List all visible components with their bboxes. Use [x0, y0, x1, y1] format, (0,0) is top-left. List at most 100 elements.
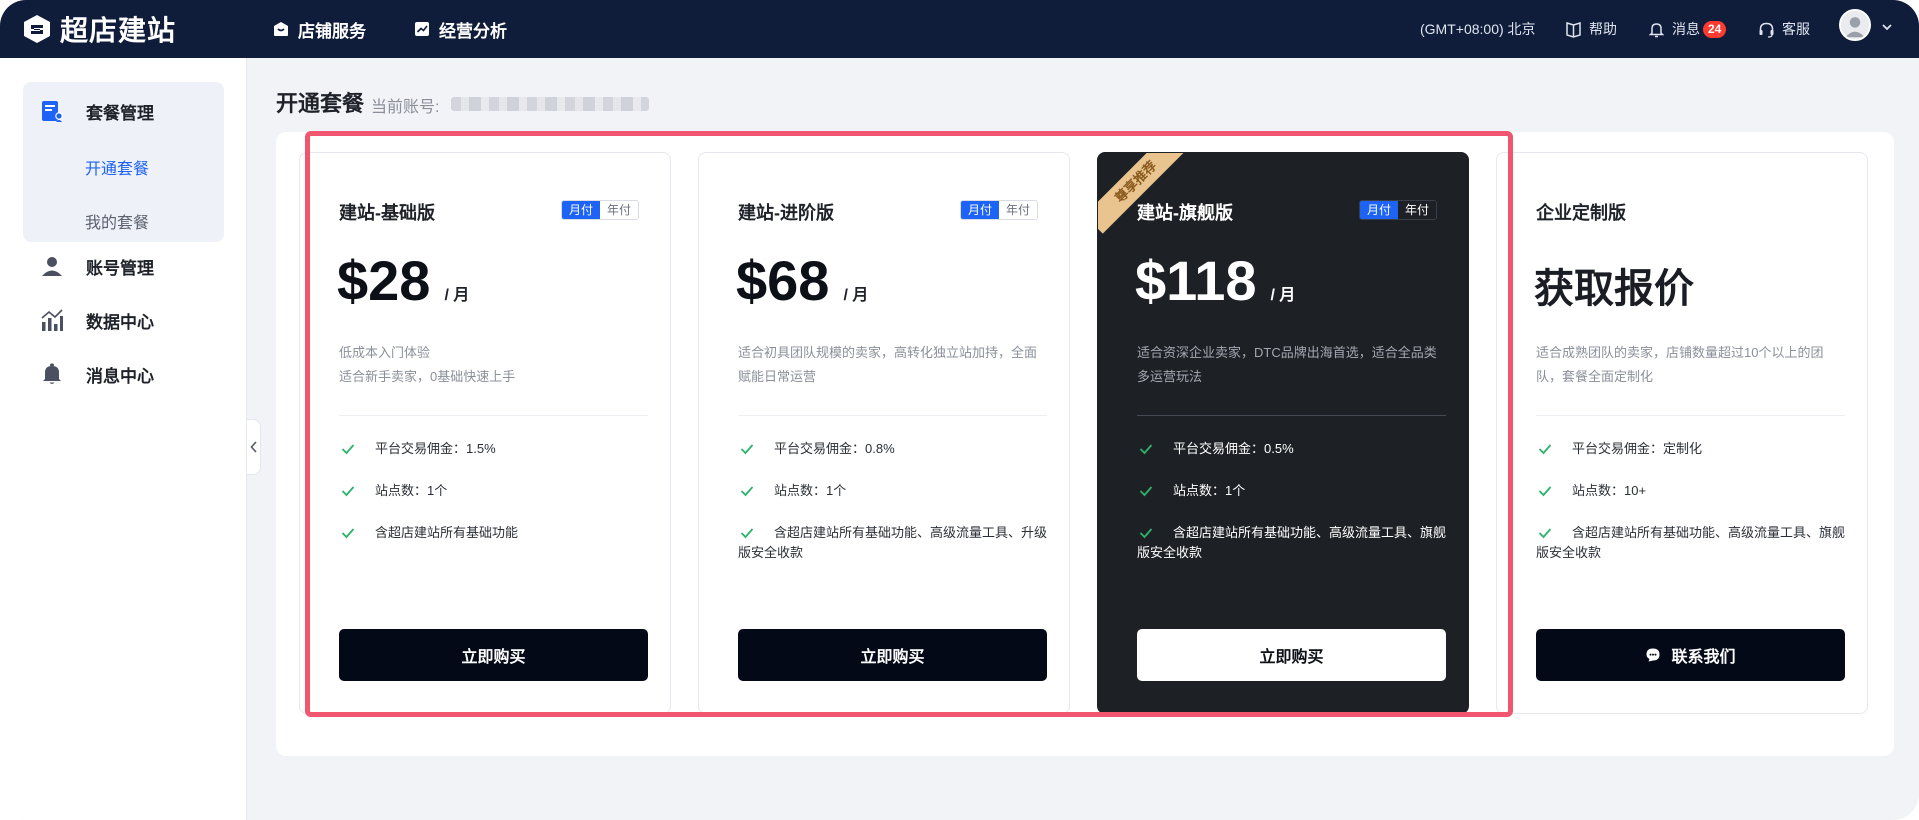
plan-name: 企业定制版 — [1536, 203, 1626, 223]
price-amount: $118 — [1135, 249, 1257, 312]
avatar[interactable] — [1839, 9, 1871, 41]
logo-text: 超店建站 — [60, 15, 177, 46]
feature-item: 站点数：1个 — [738, 481, 1050, 501]
sidebar-subitem-my-package[interactable]: 我的套餐 — [85, 209, 149, 233]
messages-link[interactable]: 消息 24 — [1647, 12, 1727, 46]
buy-now-button[interactable]: 立即购买 — [339, 629, 648, 681]
feature-list: 平台交易佣金：1.5% 站点数：1个 含超店建站所有基础功能 — [339, 439, 651, 565]
avatar-icon — [1841, 11, 1869, 39]
chevron-down-icon[interactable] — [1880, 20, 1894, 34]
feature-text: 平台交易佣金：0.5% — [1173, 441, 1294, 456]
billing-yearly-option[interactable]: 年付 — [999, 201, 1038, 219]
sidebar-item-package[interactable]: 套餐管理 — [40, 97, 154, 125]
sidebar-item-message-center[interactable]: 消息中心 — [40, 360, 154, 388]
billing-toggle: 月付 年付 — [1359, 200, 1438, 220]
sidebar-subitem-open-package[interactable]: 开通套餐 — [85, 155, 149, 179]
feature-item: 站点数：1个 — [339, 481, 651, 501]
plan-description: 适合资深企业卖家，DTC品牌出海首选，适合全品类多运营玩法 — [1137, 341, 1447, 389]
plan-card-basic: 建站-基础版 月付 年付 $28 / 月 低成本入门体验 适合新手卖家，0基础快… — [299, 152, 671, 714]
check-icon — [341, 528, 355, 539]
price-unit: / 月 — [843, 287, 869, 304]
feature-item: 平台交易佣金：1.5% — [339, 439, 651, 459]
current-account-value-blurred — [451, 97, 649, 111]
feature-item: 含超店建站所有基础功能 — [339, 523, 651, 543]
feature-text: 含超店建站所有基础功能、高级流量工具、升级版安全收款 — [738, 525, 1048, 560]
customer-service-link[interactable]: 客服 — [1757, 12, 1810, 46]
headset-icon — [1759, 22, 1774, 38]
check-icon — [341, 444, 355, 455]
plan-description: 适合初具团队规模的卖家，高转化独立站加持，全面赋能日常运营 — [738, 341, 1048, 389]
chart-icon — [415, 22, 429, 36]
billing-toggle: 月付 年付 — [561, 200, 640, 220]
check-icon — [1139, 486, 1153, 497]
feature-list: 平台交易佣金：0.5% 站点数：1个 含超店建站所有基础功能、高级流量工具、旗舰… — [1137, 439, 1449, 585]
billing-yearly-option[interactable]: 年付 — [1398, 201, 1437, 219]
billing-yearly-option[interactable]: 年付 — [600, 201, 639, 219]
divider — [738, 415, 1047, 416]
nav-business-analysis-label: 经营分析 — [439, 21, 507, 41]
feature-text: 站点数：1个 — [375, 483, 448, 498]
plan-name: 建站-旗舰版 — [1137, 203, 1233, 223]
package-icon — [42, 101, 63, 122]
sidebar: 套餐管理 开通套餐 我的套餐 账号管理 数据中心 消息中心 — [0, 58, 247, 820]
messages-label: 消息 — [1672, 21, 1700, 37]
messages-count-badge: 24 — [1703, 20, 1727, 38]
nav-business-analysis[interactable]: 经营分析 — [413, 12, 507, 46]
feature-text: 含超店建站所有基础功能、高级流量工具、旗舰版安全收款 — [1137, 525, 1447, 560]
plan-description-line: 低成本入门体验 — [339, 345, 431, 360]
sidebar-item-account-label: 账号管理 — [86, 258, 154, 278]
check-icon — [1538, 528, 1552, 539]
help-label: 帮助 — [1589, 21, 1617, 37]
feature-list: 平台交易佣金：定制化 站点数：10+ 含超店建站所有基础功能、高级流量工具、旗舰… — [1536, 439, 1848, 585]
divider — [339, 415, 648, 416]
feature-list: 平台交易佣金：0.8% 站点数：1个 含超店建站所有基础功能、高级流量工具、升级… — [738, 439, 1050, 585]
plan-card-advanced: 建站-进阶版 月付 年付 $68 / 月 适合初具团队规模的卖家，高转化独立站加… — [698, 152, 1070, 714]
feature-item: 站点数：10+ — [1536, 481, 1848, 501]
plan-description: 低成本入门体验 适合新手卖家，0基础快速上手 — [339, 341, 649, 389]
chat-bubble-icon — [1646, 648, 1660, 662]
feature-item: 含超店建站所有基础功能、高级流量工具、旗舰版安全收款 — [1536, 523, 1848, 563]
feature-text: 含超店建站所有基础功能 — [375, 525, 519, 540]
check-icon — [740, 444, 754, 455]
customer-service-label: 客服 — [1782, 21, 1810, 37]
plan-description-line: 适合成熟团队的卖家，店铺数量超过10个以上的团队，套餐全面定制化 — [1536, 345, 1824, 384]
feature-item: 含超店建站所有基础功能、高级流量工具、旗舰版安全收款 — [1137, 523, 1449, 563]
buy-now-button[interactable]: 立即购买 — [738, 629, 1047, 681]
help-link[interactable]: 帮助 — [1564, 12, 1617, 46]
plan-description: 适合成熟团队的卖家，店铺数量超过10个以上的团队，套餐全面定制化 — [1536, 341, 1846, 389]
sidebar-collapse-button[interactable] — [247, 419, 261, 475]
bell-icon — [43, 363, 61, 384]
buy-now-button[interactable]: 立即购买 — [1137, 629, 1446, 681]
plan-name: 建站-基础版 — [339, 203, 435, 223]
get-quote-text: 获取报价 — [1534, 267, 1694, 311]
sidebar-item-message-center-label: 消息中心 — [86, 366, 154, 386]
plan-price: $118 / 月 — [1135, 248, 1295, 313]
shop-icon — [274, 22, 288, 36]
check-icon — [740, 486, 754, 497]
current-account-label: 当前账号: — [371, 99, 440, 116]
sidebar-item-account[interactable]: 账号管理 — [40, 252, 154, 280]
billing-monthly-option[interactable]: 月付 — [961, 201, 1000, 219]
plan-card-flagship: 尊享推荐 建站-旗舰版 月付 年付 $118 / 月 适合资深企业卖家，DTC品… — [1097, 152, 1469, 714]
feature-item: 平台交易佣金：0.5% — [1137, 439, 1449, 459]
divider — [1137, 415, 1446, 416]
billing-monthly-option[interactable]: 月付 — [1360, 201, 1399, 219]
feature-text: 平台交易佣金：定制化 — [1572, 441, 1703, 456]
nav-shop-service-label: 店铺服务 — [298, 21, 366, 41]
plan-description-line: 适合初具团队规模的卖家，高转化独立站加持，全面赋能日常运营 — [738, 345, 1038, 384]
bell-icon — [1648, 22, 1665, 37]
feature-item: 平台交易佣金：定制化 — [1536, 439, 1848, 459]
sidebar-item-data-center[interactable]: 数据中心 — [40, 306, 154, 334]
plan-description-line: 适合新手卖家，0基础快速上手 — [339, 369, 516, 384]
divider — [1536, 415, 1845, 416]
price-unit: / 月 — [444, 287, 470, 304]
logo-icon — [24, 15, 50, 43]
contact-us-label: 联系我们 — [1671, 649, 1736, 666]
billing-monthly-option[interactable]: 月付 — [562, 201, 601, 219]
plan-price: $28 / 月 — [337, 248, 469, 313]
nav-shop-service[interactable]: 店铺服务 — [272, 12, 366, 46]
logo[interactable]: 超店建站 — [22, 8, 176, 50]
timezone-selector[interactable]: (GMT+08:00) 北京 — [1420, 12, 1536, 46]
contact-us-button[interactable]: 联系我们 — [1536, 629, 1845, 681]
feature-item: 平台交易佣金：0.8% — [738, 439, 1050, 459]
